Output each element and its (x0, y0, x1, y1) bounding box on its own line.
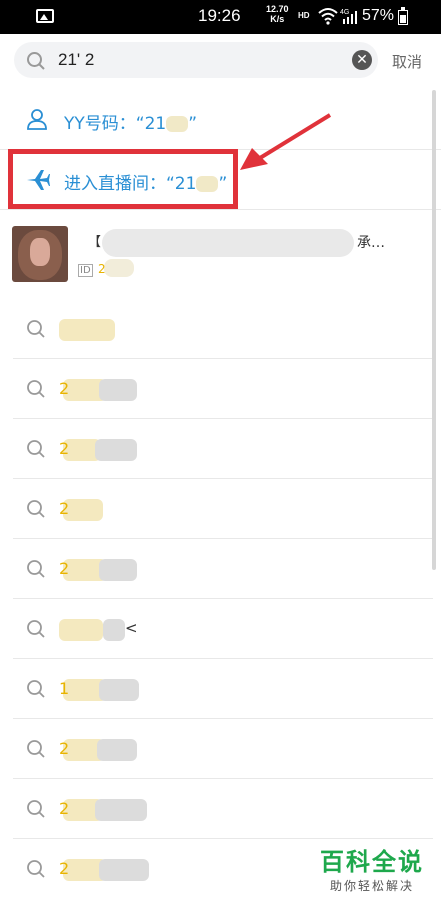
search-input[interactable] (58, 49, 318, 71)
watermark-title: 百科全说 (320, 848, 424, 876)
suggestion-yy-label: YY号码：“21 ” (64, 109, 197, 134)
watermark: 百科全说 助你轻松解决 (316, 842, 428, 894)
blurred-value (166, 116, 189, 132)
blurred-text (99, 859, 149, 881)
network-speed-unit: K/s (270, 14, 285, 24)
history-search-icon (27, 320, 45, 338)
history-text: 1 (59, 679, 70, 698)
history-item[interactable]: 2 (13, 479, 433, 539)
history-search-icon (27, 800, 45, 818)
history-item[interactable]: 2 (13, 719, 433, 779)
suggestion-yy-number[interactable]: YY号码：“21 ” (0, 90, 441, 150)
history-text: 2 (59, 559, 70, 578)
watermark-subtitle: 助你轻松解决 (329, 879, 414, 893)
blurred-text (95, 439, 137, 461)
history-item[interactable]: 1 (13, 659, 433, 719)
annotation-highlight-box (8, 149, 238, 209)
history-item[interactable]: 2 (13, 359, 433, 419)
blurred-text (99, 379, 137, 401)
history-search-icon (27, 620, 45, 638)
history-item[interactable]: < (13, 599, 433, 659)
wifi-icon (318, 8, 338, 25)
network-speed: 12.70 K/s (266, 4, 289, 24)
avatar-face (30, 238, 50, 266)
signal-4g-label: 4G (340, 9, 349, 16)
search-box[interactable]: ✕ (14, 42, 378, 78)
blurred-text (103, 619, 125, 641)
suggestion-yy-text: YY号码：“21 (64, 114, 167, 134)
image-icon (36, 9, 54, 23)
search-icon (27, 52, 45, 70)
history-text: 2 (59, 499, 70, 518)
history-list: 2 2 2 2 < 1 2 2 2 (0, 299, 441, 899)
history-text: 2 (59, 859, 70, 878)
id-value: 2 (98, 262, 106, 276)
history-tail: < (125, 619, 138, 637)
history-item[interactable]: 2 (13, 539, 433, 599)
annotation-arrow (240, 113, 332, 170)
history-search-icon (27, 500, 45, 518)
signal-icon: 4G (340, 9, 357, 24)
battery-percent: 57% (362, 7, 395, 24)
avatar (12, 226, 68, 282)
history-text: 2 (59, 739, 70, 758)
battery-icon (398, 7, 408, 25)
history-text: 2 (59, 379, 70, 398)
history-item[interactable]: 2 (13, 779, 433, 839)
id-badge: ID (78, 264, 93, 277)
blurred-text (59, 319, 115, 341)
blurred-text (59, 619, 103, 641)
card-name-tail: 承… (357, 235, 385, 251)
card-name-lead: 【 (88, 235, 102, 250)
status-time: 19:26 (198, 6, 241, 25)
blurred-text (97, 739, 137, 761)
hd-indicator: HD (298, 11, 310, 20)
user-icon (27, 109, 47, 130)
cancel-button[interactable]: 取消 (392, 51, 422, 72)
blurred-name (102, 229, 354, 257)
history-text: 2 (59, 799, 70, 818)
history-search-icon (27, 860, 45, 878)
history-search-icon (27, 380, 45, 398)
history-search-icon (27, 680, 45, 698)
history-search-icon (27, 560, 45, 578)
suggestion-yy-quote: ” (188, 114, 198, 134)
network-speed-value: 12.70 (266, 4, 289, 14)
history-text: 2 (59, 439, 70, 458)
history-item[interactable] (13, 299, 433, 359)
history-item[interactable]: 2 (13, 419, 433, 479)
scrollbar[interactable] (432, 90, 436, 570)
history-search-icon (27, 740, 45, 758)
search-header: ✕ 取消 (0, 34, 441, 88)
status-bar: 19:26 12.70 K/s HD 4G 57% (0, 0, 441, 34)
history-search-icon (27, 440, 45, 458)
blurred-id (104, 259, 134, 277)
blurred-text (99, 679, 139, 701)
blurred-text (95, 799, 147, 821)
user-result-card[interactable]: 【 承… ID 2 (0, 213, 441, 293)
clear-icon[interactable]: ✕ (352, 50, 372, 70)
blurred-text (99, 559, 137, 581)
